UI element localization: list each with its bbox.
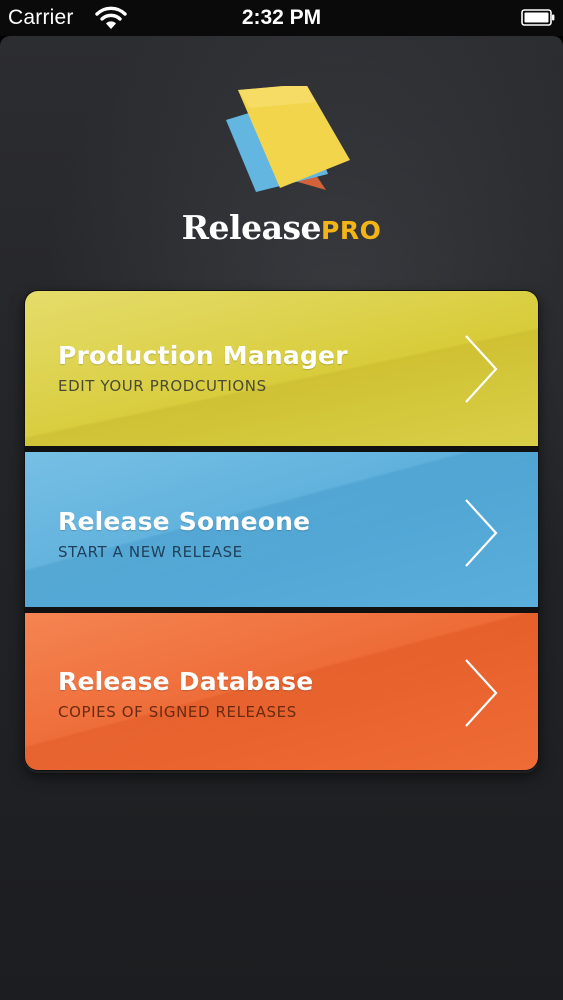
status-time: 2:32 PM [241, 6, 322, 29]
battery-icon [521, 9, 555, 26]
app-name-release: Release [181, 208, 322, 247]
app-wordmark: ReleasePRO [0, 208, 563, 247]
chevron-right-icon [465, 335, 498, 403]
main-menu: Production Manager EDIT YOUR PRODCUTIONS… [24, 290, 539, 771]
production-manager-button[interactable]: Production Manager EDIT YOUR PRODCUTIONS [25, 291, 538, 446]
menu-item-title: Release Database [58, 667, 314, 696]
release-someone-button[interactable]: Release Someone START A NEW RELEASE [25, 452, 538, 607]
chevron-right-icon [465, 659, 498, 727]
chevron-right-icon [465, 499, 498, 567]
menu-item-subtitle: EDIT YOUR PRODCUTIONS [58, 377, 267, 395]
menu-item-title: Release Someone [58, 507, 311, 536]
menu-item-title: Production Manager [58, 341, 348, 370]
app-name-pro: PRO [321, 216, 382, 245]
release-database-button[interactable]: Release Database COPIES OF SIGNED RELEAS… [25, 613, 538, 770]
status-bar: Carrier 2:32 PM [0, 0, 563, 36]
menu-item-subtitle: START A NEW RELEASE [58, 543, 243, 561]
home-screen: ReleasePRO Production Manager EDIT YOUR … [0, 36, 563, 1000]
stacked-papers-logo-icon [226, 86, 350, 192]
menu-item-subtitle: COPIES OF SIGNED RELEASES [58, 703, 297, 721]
